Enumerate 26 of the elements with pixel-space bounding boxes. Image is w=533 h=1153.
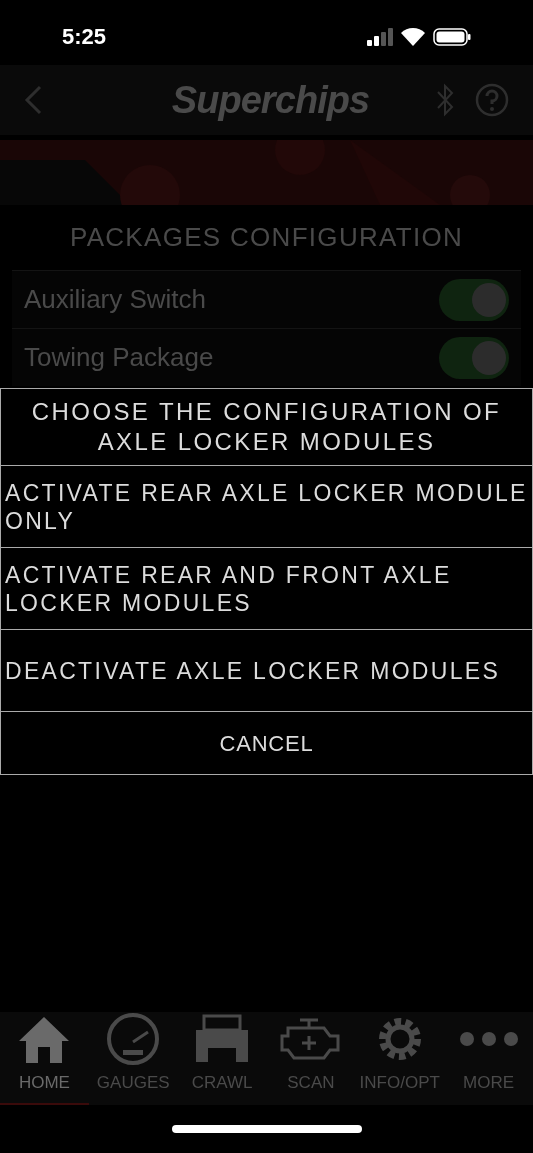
toggle-switch[interactable] (439, 336, 509, 379)
tab-bar-item[interactable]: SCAN (266, 1012, 356, 1105)
speedometer-icon (106, 1011, 161, 1066)
section-title: PACKAGES CONFIGURATION (69, 221, 464, 254)
more-icon (458, 1030, 519, 1047)
bluetooth-icon[interactable] (435, 83, 455, 117)
cancel-button[interactable]: CANCEL (1, 712, 532, 774)
help-icon[interactable] (475, 83, 509, 117)
app-logo: Superchips (171, 77, 370, 123)
tab-bar-item[interactable]: MORE (444, 1012, 533, 1105)
status-time: 5:25 (62, 23, 107, 51)
toggle-switch[interactable] (439, 278, 509, 321)
signal-icon (367, 27, 393, 46)
battery-icon (433, 27, 471, 46)
dialog-option[interactable]: DEACTIVATE AXLE LOCKER MODULES (1, 630, 532, 712)
package-label: Towing Package (24, 341, 214, 374)
tab-bar-item[interactable]: GAUGES (88, 1012, 178, 1105)
tab-bar-item[interactable]: CRAWL (177, 1012, 267, 1105)
dialog-option[interactable]: ACTIVATE REAR AXLE LOCKER MODULE ONLY (1, 466, 532, 548)
tab-bar-item[interactable]: INFO/OPT (355, 1012, 445, 1105)
tab-bar-item[interactable]: HOME (0, 1012, 89, 1105)
dialog-option[interactable]: ACTIVATE REAR AND FRONT AXLE LOCKER MODULES (1, 548, 532, 630)
package-label: Auxiliary Switch (24, 283, 207, 316)
back-icon[interactable] (24, 85, 42, 115)
dialog-title: CHOOSE THE CONFIGURATION OF AXLE LOCKER MODULES (30, 397, 503, 457)
wifi-icon (401, 27, 425, 46)
